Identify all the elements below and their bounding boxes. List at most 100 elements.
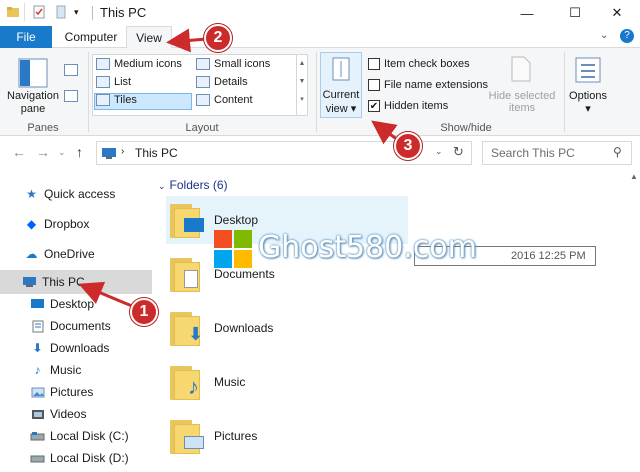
item-check-boxes-option[interactable]: Item check boxes xyxy=(368,58,470,70)
layout-medium-icons[interactable]: Medium icons xyxy=(96,58,182,70)
minimize-button[interactable]: — xyxy=(504,0,550,26)
list-icon xyxy=(96,76,110,88)
nav-item-documents[interactable]: Documents xyxy=(0,315,152,337)
scroll-up-icon[interactable]: ▲ xyxy=(630,172,638,181)
disk-icon xyxy=(30,430,45,443)
nav-item-downloads[interactable]: ⬇ Downloads xyxy=(0,337,152,359)
panes-group-label: Panes xyxy=(27,122,59,134)
star-icon: ★ xyxy=(26,187,37,201)
nav-item-dropbox[interactable]: ◆ Dropbox xyxy=(0,213,152,235)
current-view-label-2: view ▾ xyxy=(325,103,357,115)
options-button[interactable]: Options ▾ xyxy=(566,90,610,115)
nav-item-onedrive[interactable]: ☁ OneDrive xyxy=(0,243,152,265)
address-dropdown-icon[interactable]: ⌄ xyxy=(435,146,443,157)
layout-content[interactable]: Content xyxy=(196,94,253,106)
nav-item-music[interactable]: ♪ Music xyxy=(0,359,152,381)
annotation-badge-2: 2 xyxy=(204,24,232,52)
chevron-down-icon: ⌄ xyxy=(158,181,166,191)
search-input[interactable]: Search This PC xyxy=(491,146,575,160)
tiles-icon xyxy=(96,94,110,106)
hide-selected-icon xyxy=(511,56,531,82)
folder-name: Downloads xyxy=(214,321,274,335)
layout-list[interactable]: List xyxy=(96,76,131,88)
vertical-scrollbar[interactable]: ▲ xyxy=(628,170,640,472)
file-name-extensions-option[interactable]: File name extensions xyxy=(368,79,488,91)
desktop-icon xyxy=(30,298,45,311)
content-icon xyxy=(196,94,210,106)
annotation-badge-1: 1 xyxy=(130,298,158,326)
cloud-icon: ☁ xyxy=(25,247,38,261)
music-folder-icon: ♪ xyxy=(166,362,206,402)
nav-item-local-disk-c[interactable]: Local Disk (C:) xyxy=(0,425,152,447)
item-check-boxes-checkbox[interactable] xyxy=(368,58,380,70)
content-pane: ⌄ Folders (6) Desktop Documents ⬇ Downloa… xyxy=(152,170,640,472)
title-bar: ▾ This PC — ☐ ✕ xyxy=(0,0,640,26)
refresh-icon[interactable]: ↻ xyxy=(453,144,464,160)
pictures-icon xyxy=(30,386,45,399)
ribbon-tabs: File Computer View ⌄ ? xyxy=(0,26,640,49)
layout-small-icons[interactable]: Small icons xyxy=(196,58,270,70)
nav-item-pictures[interactable]: Pictures xyxy=(0,381,152,403)
recent-locations-icon[interactable]: ⌄ xyxy=(58,147,66,158)
windows-logo-watermark xyxy=(214,230,254,270)
search-icon[interactable]: ⚲ xyxy=(613,145,622,159)
hidden-items-checkbox[interactable]: ✔ xyxy=(368,100,380,112)
breadcrumb-chevron-icon[interactable]: › xyxy=(121,146,124,157)
annotation-badge-3: 3 xyxy=(394,132,422,160)
layout-group-label: Layout xyxy=(185,122,219,134)
folder-name: Pictures xyxy=(214,429,258,443)
properties-icon[interactable] xyxy=(32,5,46,19)
folder-tile-music[interactable]: ♪ Music xyxy=(166,358,408,406)
download-icon: ⬇ xyxy=(32,341,43,355)
this-pc-icon xyxy=(102,148,116,159)
nav-item-videos[interactable]: Videos xyxy=(0,403,152,425)
documents-icon xyxy=(30,320,45,333)
navigation-pane-label-1: Navigation xyxy=(7,90,59,102)
folder-name: Music xyxy=(214,375,246,389)
documents-folder-icon xyxy=(166,254,206,294)
hidden-items-option[interactable]: ✔ Hidden items xyxy=(368,100,448,112)
layout-tiles[interactable]: Tiles xyxy=(96,94,137,106)
nav-item-quick-access[interactable]: ★ Quick access xyxy=(0,183,152,205)
folders-group-header[interactable]: ⌄ Folders (6) xyxy=(158,178,228,192)
folder-tile-downloads[interactable]: ⬇ Downloads xyxy=(166,304,408,352)
downloads-folder-icon: ⬇ xyxy=(166,308,206,348)
hide-selected-button[interactable]: Hide selected items xyxy=(486,90,558,114)
current-view-icon xyxy=(332,57,350,81)
monitor-icon xyxy=(22,276,37,289)
watermark-text: Ghost580.com xyxy=(258,230,477,265)
folder-tile-pictures[interactable]: Pictures xyxy=(166,412,408,460)
tab-file[interactable]: File xyxy=(0,26,52,48)
back-arrow-icon[interactable]: ← xyxy=(12,144,26,160)
navigation-pane: ★ Quick access ◆ Dropbox ☁ OneDrive This PC… xyxy=(0,170,152,472)
current-view-button[interactable]: Current view ▾ xyxy=(320,52,362,118)
preview-pane-icon[interactable] xyxy=(64,64,78,76)
collapse-ribbon-icon[interactable]: ⌄ xyxy=(600,30,608,41)
folder-icon xyxy=(6,5,20,19)
maximize-button[interactable]: ☐ xyxy=(552,0,598,26)
up-arrow-icon[interactable]: ↑ xyxy=(76,144,83,160)
tab-computer[interactable]: Computer xyxy=(58,26,124,48)
ribbon: Navigation pane Panes Medium icons Small… xyxy=(0,48,640,136)
close-button[interactable]: ✕ xyxy=(594,0,640,26)
medium-icons-icon xyxy=(96,58,110,70)
breadcrumb-this-pc[interactable]: This PC xyxy=(135,146,178,160)
address-row: ← → ⌄ ↑ › This PC ⌄ ↻ Search This PC ⚲ xyxy=(0,138,640,168)
options-icon xyxy=(575,57,601,83)
details-pane-icon[interactable] xyxy=(64,90,78,102)
nav-item-local-disk-d[interactable]: Local Disk (D:) xyxy=(0,447,152,469)
navigation-pane-button[interactable]: Navigation pane xyxy=(6,52,60,116)
tab-view[interactable]: View xyxy=(126,26,172,49)
forward-arrow-icon[interactable]: → xyxy=(36,144,50,160)
file-name-extensions-checkbox[interactable] xyxy=(368,79,380,91)
nav-item-this-pc[interactable]: This PC xyxy=(0,270,152,294)
navigation-pane-label-2: pane xyxy=(20,103,46,115)
search-box[interactable]: Search This PC ⚲ xyxy=(482,141,632,165)
small-icons-icon xyxy=(196,58,210,70)
help-icon[interactable]: ? xyxy=(620,29,634,43)
new-folder-icon[interactable] xyxy=(54,5,68,19)
customize-qat-icon[interactable]: ▾ xyxy=(74,5,88,19)
tooltip-date: 2016 12:25 PM xyxy=(511,250,586,262)
layout-scroll[interactable]: ▲ ▼ ▾ xyxy=(296,55,307,115)
layout-details[interactable]: Details xyxy=(196,76,248,88)
